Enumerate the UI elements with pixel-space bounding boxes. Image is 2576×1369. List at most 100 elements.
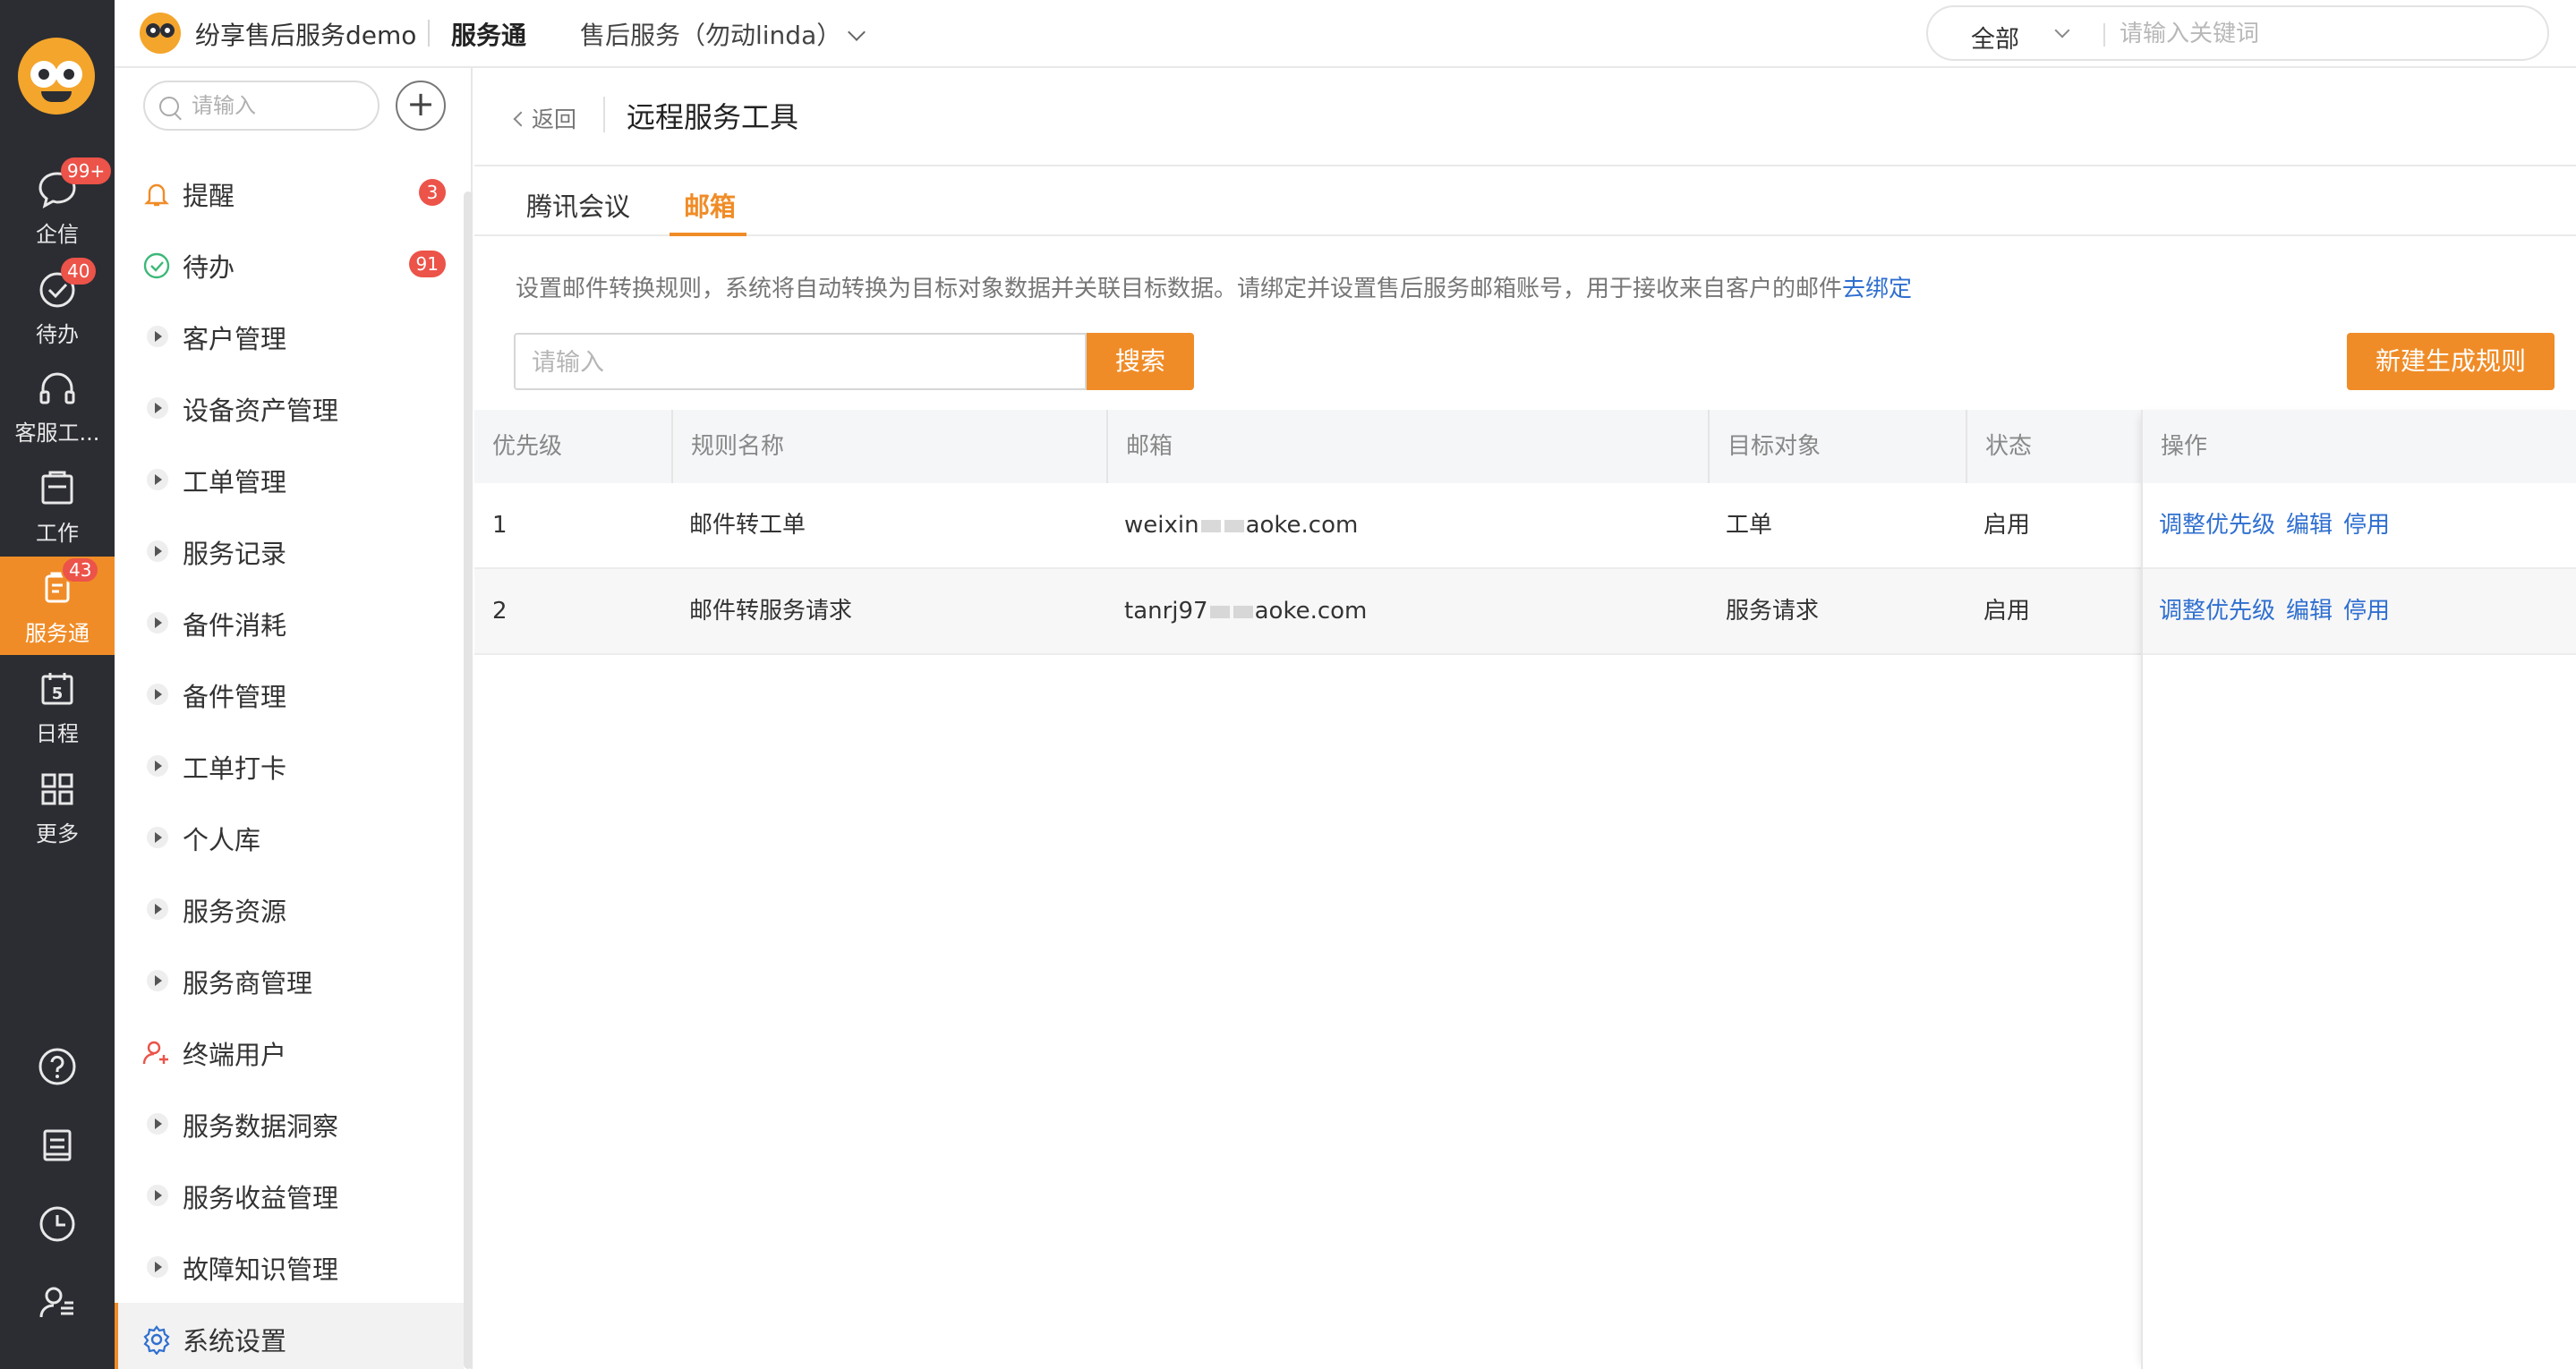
notebook-icon[interactable]: [36, 1124, 79, 1167]
app-name[interactable]: 纷享售后服务demo: [195, 16, 416, 52]
menu-item-end-users[interactable]: 终端用户: [115, 1016, 464, 1088]
add-button[interactable]: +: [396, 81, 446, 131]
menu-item-todo[interactable]: 待办 91: [115, 229, 464, 301]
column-header: 规则名称: [671, 410, 1106, 483]
menu-item-work-order[interactable]: 工单管理: [115, 444, 464, 515]
menu-item-label: 工单打卡: [183, 753, 287, 784]
menu-item-personal-library[interactable]: 个人库: [115, 802, 464, 873]
main-content: 返回 远程服务工具 腾讯会议 邮箱 设置邮件转换规则，系统将自动转换为目标对象数…: [474, 70, 2576, 1369]
menu-item-label: 服务资源: [183, 897, 287, 927]
rail-item-service[interactable]: 43 服务通: [0, 557, 115, 655]
menu-item-label: 服务记录: [183, 539, 287, 569]
bell-icon: [141, 179, 172, 209]
rail-item-label: 待办: [36, 322, 79, 347]
rail-item-label: 服务通: [25, 621, 90, 646]
new-rule-button[interactable]: 新建生成规则: [2347, 333, 2555, 390]
header-divider: [428, 20, 430, 47]
menu-item-label: 服务商管理: [183, 968, 313, 999]
app-logo-small: [140, 13, 181, 54]
rail-item-todo[interactable]: 40 待办: [0, 258, 115, 356]
page-description: 设置邮件转换规则，系统将自动转换为目标对象数据并关联目标数据。请绑定并设置售后服…: [516, 270, 1912, 303]
top-header: 纷享售后服务demo 服务通 售后服务（勿动linda） 全部: [115, 0, 2576, 68]
clock-icon[interactable]: [36, 1203, 79, 1246]
search-icon: [159, 97, 179, 116]
menu-item-revenue[interactable]: 服务收益管理: [115, 1160, 464, 1231]
rail-badge: 43: [61, 557, 100, 583]
rail-item-label: 工作: [36, 521, 79, 546]
menu-item-label: 服务收益管理: [183, 1183, 339, 1213]
menu-item-parts-management[interactable]: 备件管理: [115, 659, 464, 730]
tab-tencent-meeting[interactable]: 腾讯会议: [526, 186, 630, 224]
end-user-icon: [141, 1038, 172, 1068]
rail-badge: 40: [61, 258, 97, 285]
help-icon[interactable]: [36, 1045, 79, 1088]
cell-status: 启用: [1983, 598, 2031, 625]
menu-item-service-record[interactable]: 服务记录: [115, 515, 464, 587]
chevron-left-icon: [513, 111, 529, 127]
gear-icon: [141, 1324, 172, 1356]
menu-item-system-settings[interactable]: 系统设置: [115, 1303, 464, 1369]
redaction-mask: [1224, 519, 1244, 532]
search-divider: [2103, 23, 2105, 47]
menu-item-label: 设备资产管理: [183, 395, 339, 426]
rail-item-label: 日程: [36, 721, 79, 746]
menu-item-fault-knowledge[interactable]: 故障知识管理: [115, 1231, 464, 1303]
menu-item-service-resources[interactable]: 服务资源: [115, 873, 464, 945]
menu-item-work-checkin[interactable]: 工单打卡: [115, 730, 464, 802]
caret-right-icon: [147, 1113, 168, 1135]
caret-right-icon: [147, 1256, 168, 1278]
cell-email: tanrj97 aoke.com: [1106, 569, 1367, 653]
menu-item-reminder[interactable]: 提醒 3: [115, 157, 464, 229]
global-search-input[interactable]: [2120, 16, 2531, 52]
menu-item-provider-management[interactable]: 服务商管理: [115, 945, 464, 1016]
rail-item-label: 更多: [36, 821, 79, 846]
menu-item-label: 终端用户: [183, 1040, 287, 1070]
cell-rule-name: 邮件转服务请求: [689, 598, 853, 625]
column-header: 状态: [1966, 410, 2141, 483]
caret-right-icon: [147, 755, 168, 777]
context-label: 售后服务（勿动linda）: [580, 21, 842, 50]
menu-badge: 91: [408, 251, 446, 277]
rail-badge: 99+: [61, 157, 112, 184]
rail-item-customer-service[interactable]: 客服工...: [0, 356, 115, 455]
rule-search-input[interactable]: [532, 345, 1069, 379]
menu-item-label: 备件消耗: [183, 610, 287, 641]
email-prefix: tanrj97: [1124, 598, 1208, 625]
cell-target: 服务请求: [1726, 598, 1820, 625]
menu-item-label: 客户管理: [183, 324, 287, 354]
menu-item-label: 个人库: [183, 825, 261, 855]
menu-item-customer[interactable]: 客户管理: [115, 301, 464, 372]
redaction-mask: [1209, 605, 1230, 618]
menu-item-label: 待办: [183, 252, 235, 283]
caret-right-icon: [147, 397, 168, 419]
back-button[interactable]: 返回: [513, 102, 576, 134]
menu-item-parts-consumption[interactable]: 备件消耗: [115, 587, 464, 659]
redaction-mask: [1233, 605, 1253, 618]
menu-item-device-assets[interactable]: 设备资产管理: [115, 372, 464, 444]
rail-item-work[interactable]: 工作: [0, 456, 115, 555]
menu-item-data-insight[interactable]: 服务数据洞察: [115, 1088, 464, 1160]
caret-right-icon: [147, 612, 168, 633]
menu-scrollbar[interactable]: [464, 191, 473, 1369]
menu-search: [143, 81, 380, 131]
rail-item-more[interactable]: 更多: [0, 757, 115, 855]
tab-mailbox[interactable]: 邮箱: [684, 186, 736, 224]
column-header: 邮箱: [1106, 410, 1708, 483]
menu-item-label: 备件管理: [183, 682, 287, 712]
bind-link[interactable]: 去绑定: [1842, 276, 1912, 302]
chevron-down-icon: [2054, 22, 2070, 38]
chevron-down-icon: [848, 23, 866, 41]
menu-item-label: 服务数据洞察: [183, 1111, 339, 1142]
tab-bar: 腾讯会议 邮箱: [474, 168, 2576, 236]
rail-item-calendar[interactable]: 5 日程: [0, 657, 115, 755]
cell-priority: 2: [492, 598, 508, 625]
active-tab-indicator: [670, 233, 746, 236]
search-button[interactable]: 搜索: [1087, 333, 1194, 390]
rail-item-qixin[interactable]: 99+ 企信: [0, 157, 115, 256]
menu-item-label: 故障知识管理: [183, 1254, 339, 1285]
user-list-icon[interactable]: [36, 1281, 79, 1324]
app-logo[interactable]: [18, 38, 95, 115]
menu-search-input[interactable]: [192, 91, 362, 120]
search-scope-select[interactable]: 全部: [1971, 20, 2019, 55]
context-switcher[interactable]: 售后服务（勿动linda）: [580, 16, 866, 52]
